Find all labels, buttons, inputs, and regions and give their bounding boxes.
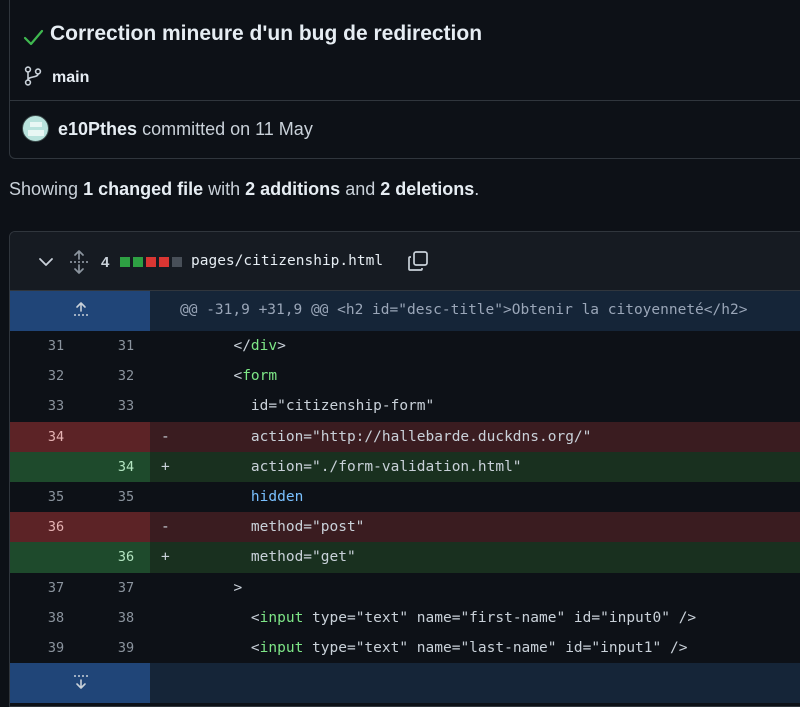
old-line-number[interactable]: 37	[10, 573, 102, 603]
code-text: hidden	[250, 488, 304, 505]
new-line-number[interactable]: 33	[102, 391, 150, 421]
code-text: >	[216, 579, 243, 596]
code-text: action="./form-validation.html"	[176, 451, 800, 482]
commit-header-box: Correction mineure d'un bug de redirecti…	[9, 0, 800, 159]
diffstat-square	[146, 257, 156, 267]
expand-all-icon[interactable]	[68, 249, 90, 275]
old-line-number[interactable]: 35	[10, 482, 102, 512]
summary-deletions: 2 deletions	[380, 179, 475, 199]
diff-marker	[150, 603, 176, 633]
new-line-number[interactable]	[102, 512, 150, 543]
file-header: 4 pages/citizenship.html	[10, 232, 800, 291]
old-line-number[interactable]: 31	[10, 331, 102, 361]
avatar[interactable]	[22, 115, 49, 142]
summary-end: .	[474, 179, 480, 199]
diff-marker: -	[150, 421, 176, 452]
diff-lines: 31 31 </div> 32 32 <form 33 33 id="citizenshi…	[10, 331, 800, 663]
code-text: method="get"	[176, 542, 800, 573]
new-line-number[interactable]: 37	[102, 573, 150, 603]
old-line-number[interactable]: 33	[10, 391, 102, 421]
code-text: action="http://hallebarde.duckdns.org/"	[176, 421, 800, 452]
change-count: 4	[101, 254, 110, 271]
new-line-number[interactable]: 36	[102, 542, 150, 573]
diff-line: 34 + action="./form-validation.html"	[10, 451, 800, 482]
code-text: <input type="text" name="first-name" id=…	[216, 609, 697, 626]
code-text: <form	[216, 368, 278, 385]
diffstat	[120, 257, 182, 267]
diff-line: 34 - action="http://hallebarde.duckdns.or…	[10, 421, 800, 452]
diff-marker	[150, 633, 176, 663]
new-line-number[interactable]: 38	[102, 603, 150, 633]
file-diff: 4 pages/citizenship.html @@ -31,9 +31,9 …	[9, 231, 800, 707]
code-text: </div>	[216, 338, 286, 354]
diff-summary: Showing 1 changed file with 2 additions …	[9, 179, 479, 200]
old-line-number[interactable]	[10, 451, 102, 482]
hunk-header-row: @@ -31,9 +31,9 @@ <h2 id="desc-title">Ob…	[10, 291, 800, 331]
expand-down-icon	[74, 675, 88, 689]
diffstat-square	[159, 257, 169, 267]
commit-title: Correction mineure d'un bug de redirecti…	[50, 22, 483, 45]
new-line-number[interactable]	[102, 421, 150, 452]
old-line-number[interactable]: 32	[10, 361, 102, 391]
code-text: <input type="text" name="last-name" id="…	[216, 639, 688, 656]
diff-marker: +	[150, 451, 176, 482]
commit-meta: e10Pthes committed on 11 May	[10, 101, 800, 158]
summary-files-changed: 1 changed file	[83, 179, 204, 199]
hunk-header: @@ -31,9 +31,9 @@ <h2 id="desc-title">Ob…	[150, 291, 800, 331]
new-line-number[interactable]: 39	[102, 633, 150, 663]
diffstat-square	[133, 257, 143, 267]
commit-head: Correction mineure d'un bug de redirecti…	[10, 0, 800, 101]
copy-icon[interactable]	[407, 250, 429, 272]
code-text: id="citizenship-form"	[216, 398, 435, 415]
diff-line: 38 38 <input type="text" name="first-name…	[10, 603, 800, 633]
hunk-footer-row	[10, 663, 800, 704]
old-line-number[interactable]: 38	[10, 603, 102, 633]
diff-line: 31 31 </div>	[10, 331, 800, 361]
old-line-number[interactable]	[10, 542, 102, 573]
summary-additions: 2 additions	[245, 179, 341, 199]
diff-marker	[150, 482, 176, 512]
old-line-number[interactable]: 34	[10, 421, 102, 452]
expand-up-icon	[74, 302, 88, 316]
check-icon	[23, 29, 44, 46]
diff-line: 32 32 <form	[10, 361, 800, 391]
diff-line: 35 35 hidden	[10, 482, 800, 512]
diff-marker	[150, 573, 176, 603]
expand-down-button[interactable]	[10, 663, 150, 704]
code-text: method="post"	[176, 512, 800, 543]
diff-line: 36 + method="get"	[10, 542, 800, 573]
file-path[interactable]: pages/citizenship.html	[191, 253, 383, 269]
old-line-number[interactable]: 36	[10, 512, 102, 543]
diff-line: 33 33 id="citizenship-form"	[10, 391, 800, 421]
new-line-number[interactable]: 32	[102, 361, 150, 391]
hunk-footer	[150, 663, 800, 704]
diff-marker: -	[150, 512, 176, 543]
diff-marker	[150, 331, 176, 361]
chevron-down-icon[interactable]	[38, 255, 54, 269]
new-line-number[interactable]: 34	[102, 451, 150, 482]
diff-line: 39 39 <input type="text" name="last-name"…	[10, 633, 800, 663]
branch-link[interactable]: main	[52, 69, 89, 87]
git-branch-icon	[24, 66, 42, 86]
diff-marker	[150, 361, 176, 391]
new-line-number[interactable]: 31	[102, 331, 150, 361]
diff-marker: +	[150, 542, 176, 573]
expand-up-button[interactable]	[10, 291, 150, 331]
summary-showing: Showing	[9, 179, 79, 199]
commit-meta-text: e10Pthes committed on 11 May	[58, 119, 313, 140]
diff-line: 36 - method="post"	[10, 512, 800, 543]
new-line-number[interactable]: 35	[102, 482, 150, 512]
diffstat-square	[120, 257, 130, 267]
diffstat-square	[172, 257, 182, 267]
diff-line: 37 37 >	[10, 573, 800, 603]
old-line-number[interactable]: 39	[10, 633, 102, 663]
author-link[interactable]: e10Pthes	[58, 119, 137, 139]
summary-and: and	[345, 179, 376, 199]
diff-marker	[150, 391, 176, 421]
summary-with: with	[208, 179, 241, 199]
committed-date: committed on 11 May	[142, 119, 313, 139]
